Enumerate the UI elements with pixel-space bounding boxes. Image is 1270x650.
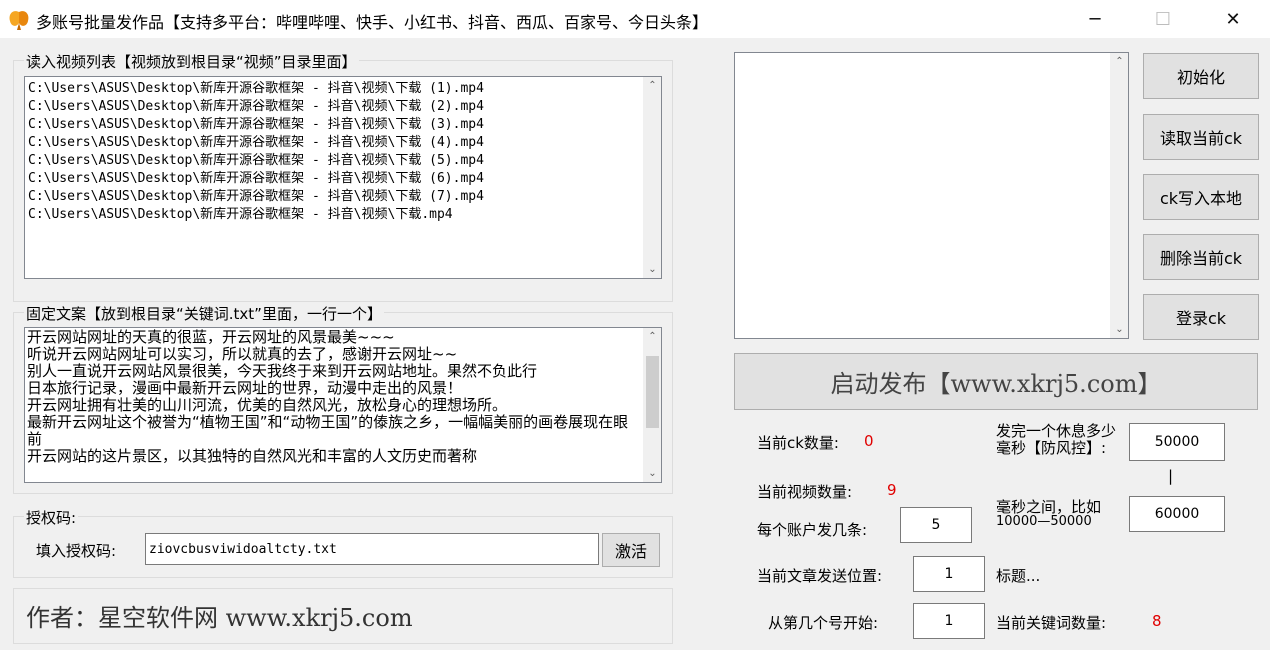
activate-button[interactable]: 激活 xyxy=(602,533,660,567)
video-file-list[interactable]: C:\Users\ASUS\Desktop\新库开源谷歌框架 - 抖音\视频\下… xyxy=(24,76,662,279)
keyword-line: 别人一直说开云网站风景很美，今天我终于来到开云网站地址。果然不负此行 xyxy=(27,362,538,380)
read-ck-button[interactable]: 读取当前ck xyxy=(1143,114,1259,160)
log-scrollbar[interactable]: ⌃ ⌄ xyxy=(1110,53,1128,338)
video-file-item[interactable]: C:\Users\ASUS\Desktop\新库开源谷歌框架 - 抖音\视频\下… xyxy=(28,116,661,134)
per-account-label: 每个账户发几条: xyxy=(757,521,868,539)
video-file-item[interactable]: C:\Users\ASUS\Desktop\新库开源谷歌框架 - 抖音\视频\下… xyxy=(28,80,661,98)
article-position-label: 当前文章发送位置: xyxy=(757,567,883,585)
title-bar: 多账号批量发作品【支持多平台：哔哩哔哩、快手、小红书、抖音、西瓜、百家号、今日头… xyxy=(0,0,1270,38)
scroll-down-arrow-icon[interactable]: ⌄ xyxy=(1111,321,1128,338)
keyword-line: 听说开云网站网址可以实习，所以就真的去了，感谢开云网址~~ xyxy=(27,345,458,363)
window-title: 多账号批量发作品【支持多平台：哔哩哔哩、快手、小红书、抖音、西瓜、百家号、今日头… xyxy=(36,13,709,32)
keyword-group-label: 固定文案【放到根目录“关键词.txt”里面，一行一个】 xyxy=(24,303,384,324)
app-logo-icon xyxy=(9,11,29,30)
keyword-text-area[interactable]: 开云网站网址的天真的很蓝，开云网址的风景最美~~~ 听说开云网站网址可以实习，所以… xyxy=(24,327,662,483)
scroll-down-arrow-icon[interactable]: ⌄ xyxy=(644,465,661,482)
video-list-group-label: 读入视频列表【视频放到根目录“视频”目录里面】 xyxy=(24,51,359,72)
keyword-line: 日本旅行记录，漫画中最新开云网址的世界，动漫中走出的风景！ xyxy=(27,379,463,397)
start-account-label: 从第几个号开始: xyxy=(768,614,879,632)
license-field-label: 填入授权码: xyxy=(36,542,117,560)
keyword-count-value: 8 xyxy=(1152,612,1162,630)
rest-example-text: 10000—50000 xyxy=(996,514,1092,529)
range-separator: | xyxy=(1168,467,1174,485)
video-file-item[interactable]: C:\Users\ASUS\Desktop\新库开源谷歌框架 - 抖音\视频\下… xyxy=(28,170,661,188)
rest-max-input[interactable]: 60000 xyxy=(1129,496,1225,532)
ck-count-label: 当前ck数量: xyxy=(757,434,839,452)
maximize-button[interactable]: ☐ xyxy=(1128,0,1198,38)
start-publish-button[interactable]: 启动发布【www.xkrj5.com】 xyxy=(734,353,1258,410)
keyword-line: 开云网站的这片景区，以其独特的自然风光和丰富的人文历史而著称 xyxy=(27,447,478,465)
keyword-line: 开云网站网址的天真的很蓝，开云网址的风景最美~~~ xyxy=(27,328,395,346)
video-file-item[interactable]: C:\Users\ASUS\Desktop\新库开源谷歌框架 - 抖音\视频\下… xyxy=(28,98,661,116)
per-account-input[interactable]: 5 xyxy=(900,507,972,543)
license-input[interactable]: ziovcbusviwidoaltcty.txt xyxy=(145,533,599,565)
keyword-line: 开云网址拥有壮美的山川河流，优美的自然风光，放松身心的理想场所。 xyxy=(27,396,508,414)
video-count-label: 当前视频数量: xyxy=(757,483,853,501)
init-button[interactable]: 初始化 xyxy=(1143,53,1259,99)
ck-count-value: 0 xyxy=(864,432,874,450)
video-file-item[interactable]: C:\Users\ASUS\Desktop\新库开源谷歌框架 - 抖音\视频\下… xyxy=(28,188,661,206)
keyword-count-label: 当前关键词数量: xyxy=(996,614,1107,632)
video-file-item[interactable]: C:\Users\ASUS\Desktop\新库开源谷歌框架 - 抖音\视频\下… xyxy=(28,134,661,152)
title-hint: 标题... xyxy=(996,567,1041,585)
minimize-button[interactable]: ─ xyxy=(1060,0,1130,38)
scrollbar-thumb[interactable] xyxy=(646,356,659,428)
rest-delay-label: 发完一个休息多少毫秒【防风控】: xyxy=(996,422,1117,457)
keyword-scrollbar[interactable]: ⌃ ⌄ xyxy=(643,328,661,482)
write-ck-button[interactable]: ck写入本地 xyxy=(1143,174,1259,220)
close-button[interactable]: ✕ xyxy=(1198,0,1268,38)
scroll-up-arrow-icon[interactable]: ⌃ xyxy=(1111,53,1128,70)
video-count-value: 9 xyxy=(887,481,897,499)
log-text-area[interactable]: ⌃ ⌄ xyxy=(734,52,1129,339)
keyword-line: 最新开云网址这个被誉为“植物王国”和“动物王国”的傣族之乡，一幅幅美丽的画卷展现… xyxy=(27,413,629,448)
login-ck-button[interactable]: 登录ck xyxy=(1143,294,1259,340)
author-text: 作者：星空软件网 www.xkrj5.com xyxy=(26,604,413,632)
scroll-down-arrow-icon[interactable]: ⌄ xyxy=(644,261,661,278)
rest-min-input[interactable]: 50000 xyxy=(1129,423,1225,461)
video-file-item[interactable]: C:\Users\ASUS\Desktop\新库开源谷歌框架 - 抖音\视频\下… xyxy=(28,206,661,224)
delete-ck-button[interactable]: 删除当前ck xyxy=(1143,234,1259,280)
scroll-up-arrow-icon[interactable]: ⌃ xyxy=(644,77,661,94)
video-file-item[interactable]: C:\Users\ASUS\Desktop\新库开源谷歌框架 - 抖音\视频\下… xyxy=(28,152,661,170)
scroll-up-arrow-icon[interactable]: ⌃ xyxy=(644,328,661,345)
start-account-input[interactable]: 1 xyxy=(913,603,985,639)
video-list-scrollbar[interactable]: ⌃ ⌄ xyxy=(643,77,661,278)
license-group-label: 授权码: xyxy=(24,507,79,528)
article-position-input[interactable]: 1 xyxy=(913,556,985,592)
